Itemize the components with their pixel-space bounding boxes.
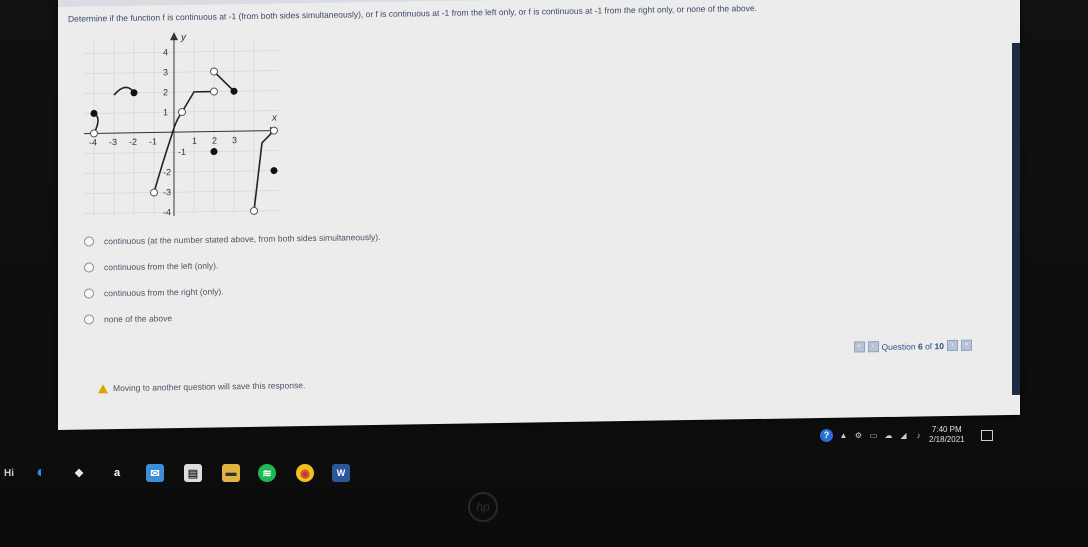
radio-button[interactable] [84,236,94,247]
save-warning: Moving to another question will save thi… [98,380,305,393]
open-point [178,108,186,117]
help-icon[interactable]: ? [820,428,833,442]
y-tick-label: -1 [178,147,186,157]
y-tick-label: 1 [163,107,168,117]
previous-question-button[interactable]: ‹ [867,341,879,353]
cloud-icon[interactable]: ☁ [884,431,893,440]
system-tray: ? ▲ ⚙ ▭ ☁ ◢ ♪ 7:40 PM 2/18/2021 [820,420,1030,450]
clock-date: 2/18/2021 [929,435,965,444]
y-tick-label: -4 [163,207,171,217]
volume-icon[interactable]: ♪ [914,431,923,440]
closed-point [210,148,218,156]
y-axis-arrow [170,32,178,41]
y-axis-label: y [180,32,187,43]
word-icon[interactable]: W [332,464,350,482]
open-point [210,87,218,96]
y-tick-label: 3 [163,67,168,77]
open-point [150,188,158,197]
mail-icon[interactable]: ✉ [146,464,164,482]
chrome-icon[interactable]: ◉ [296,464,314,482]
wifi-icon[interactable]: ◢ [899,431,908,440]
y-tick-label: -2 [163,167,171,177]
x-tick-label: 1 [192,136,197,146]
x-tick-label: 3 [232,135,237,145]
option-label: continuous from the right (only). [104,286,224,299]
x-axis [84,130,274,135]
edge-icon[interactable]: ◐ [32,464,50,482]
last-question-button[interactable]: » [961,339,972,351]
amazon-icon[interactable]: a [108,464,126,482]
option-label: continuous (at the number stated above, … [104,231,381,247]
question-navigation: « ‹ Question 6 of 10 › » [853,339,972,353]
curve-piece [213,70,235,92]
question-counter: Question 6 of 10 [882,341,944,352]
taskbar-label: Hi [4,467,14,479]
x-axis-label: x [271,113,278,124]
x-tick-label: -1 [149,136,157,146]
y-tick-label: -3 [163,187,171,197]
dropbox-icon[interactable]: ❖ [70,464,88,482]
function-graph: y x -4 -3 -2 -1 1 2 3 4 3 2 1 -1 -2 -3 -… [84,32,279,217]
clock[interactable]: 7:40 PM 2/18/2021 [929,425,965,445]
radio-button[interactable] [84,262,94,273]
first-question-button[interactable]: « [853,341,865,353]
open-point [250,206,258,215]
x-tick-label: -2 [129,137,137,147]
store-icon[interactable]: ▤ [184,464,202,482]
warning-icon [98,383,108,393]
x-tick-label: 2 [212,136,217,146]
settings-icon[interactable]: ⚙ [854,431,863,440]
open-point [270,126,278,135]
open-point [210,67,218,76]
scrollbar[interactable] [1012,42,1020,396]
option-label: continuous from the left (only). [104,260,219,273]
next-question-button[interactable]: › [947,339,958,352]
total-questions: 10 [934,340,944,351]
battery-icon[interactable]: ▭ [869,431,878,440]
radio-button[interactable] [84,314,94,325]
x-tick-label: -3 [109,137,117,147]
option-continuous-left[interactable]: continuous from the left (only). [84,260,219,273]
counter-prefix: Question [881,341,916,352]
counter-of: of [925,340,933,351]
current-question-number: 6 [917,340,923,351]
spotify-icon[interactable]: ≋ [258,464,276,482]
question-text: Determine if the function f is continuou… [68,3,757,24]
graph-grid [84,38,279,216]
quiz-page: Determine if the function f is continuou… [58,0,1020,431]
option-continuous-both[interactable]: continuous (at the number stated above, … [84,232,380,247]
taskbar: Hi ◐ ❖ a ✉ ▤ ▬ ≋ ◉ W [0,460,1088,494]
desktop-screen: Determine if the function f is continuou… [0,0,1088,547]
closed-point [270,167,278,175]
option-label: none of the above [104,313,173,325]
y-tick-label: 4 [163,47,168,57]
open-point [90,129,98,138]
notification-icon[interactable] [980,429,993,441]
option-continuous-right[interactable]: continuous from the right (only). [84,286,224,299]
x-tick-labels: -4 -3 -2 -1 1 2 3 [89,135,237,147]
radio-button[interactable] [84,288,94,299]
clock-time: 7:40 PM [931,425,962,434]
warning-text: Moving to another question will save thi… [113,380,306,394]
y-tick-label: 2 [163,87,168,97]
chevron-up-icon[interactable]: ▲ [839,431,848,440]
graph-points [90,67,278,215]
option-none[interactable]: none of the above [84,313,173,325]
hp-logo: hp [468,492,498,522]
file-explorer-icon[interactable]: ▬ [222,464,240,482]
x-tick-label: -4 [89,137,97,147]
